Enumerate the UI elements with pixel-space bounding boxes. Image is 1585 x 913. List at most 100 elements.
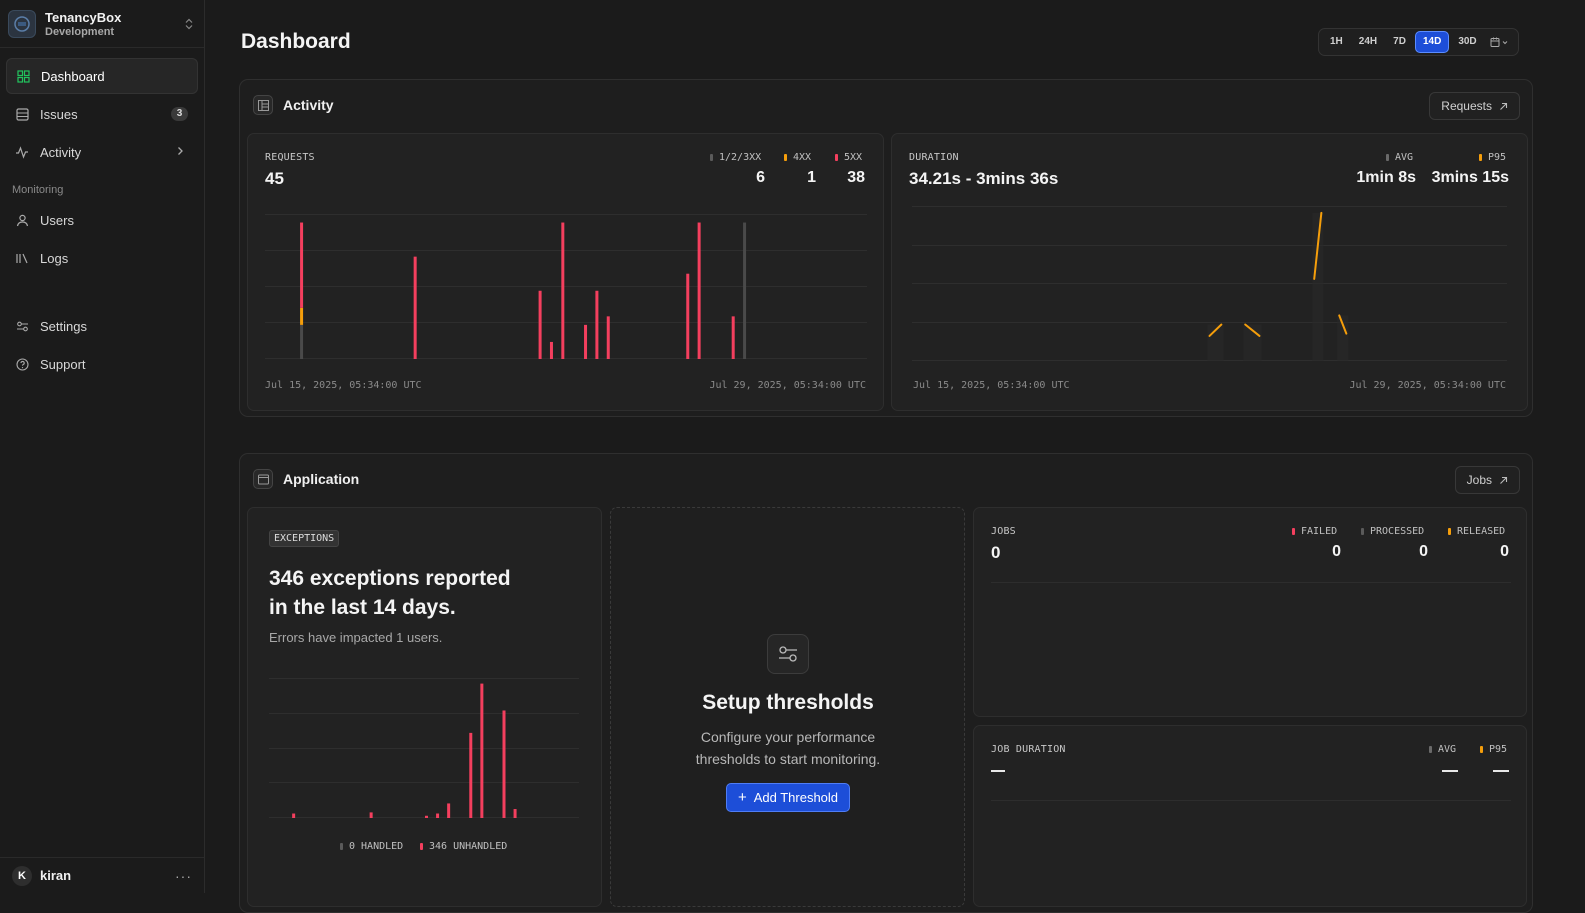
legend-label: 5XX xyxy=(844,152,863,163)
inbox-icon xyxy=(15,107,29,121)
bar-4xx[interactable] xyxy=(300,307,304,325)
chevron-up-down-icon xyxy=(185,18,193,29)
external-arrow-icon xyxy=(1500,476,1508,484)
sidebar-item-label: Dashboard xyxy=(41,68,105,84)
requests-total: 45 xyxy=(265,169,284,188)
duration-card: DURATION 34.21s - 3mins 36s AVG 1min 8s … xyxy=(891,133,1528,411)
avatar: K xyxy=(12,865,32,886)
duration-caption: DURATION xyxy=(909,152,959,163)
legend-p95: P95 xyxy=(1480,744,1507,755)
bar-5xx[interactable] xyxy=(549,341,553,359)
legend-4xx: 4XX xyxy=(784,152,811,163)
legend-label: 4XX xyxy=(793,152,812,163)
sidebar: TenancyBox Development Dashboard Issues … xyxy=(0,0,205,893)
page-title: Dashboard xyxy=(241,30,351,53)
bar-unhandled[interactable] xyxy=(292,813,296,818)
legend-swatch xyxy=(835,154,838,161)
job-duration-caption: JOB DURATION xyxy=(991,744,1066,755)
bar-5xx[interactable] xyxy=(584,324,588,359)
application-title: Application xyxy=(283,471,360,487)
setup-description: Configure your performance thresholds to… xyxy=(695,729,881,767)
bar-5xx[interactable] xyxy=(300,222,304,308)
bar-unhandled[interactable] xyxy=(436,813,440,818)
more-icon[interactable]: ··· xyxy=(175,868,192,884)
bar-1-2-3xx[interactable] xyxy=(300,324,304,359)
org-environment: Development xyxy=(45,25,115,38)
bar-5xx[interactable] xyxy=(413,256,417,359)
sidebar-item-users[interactable]: Users xyxy=(6,202,198,238)
legend-label: PROCESSED xyxy=(1370,526,1425,537)
legend-swatch xyxy=(1292,528,1295,535)
activity-icon xyxy=(15,145,29,159)
jobs-total: 0 xyxy=(991,543,1001,562)
bar-5xx[interactable] xyxy=(561,222,565,359)
bar-unhandled[interactable] xyxy=(469,732,473,818)
bar-5xx[interactable] xyxy=(697,222,701,359)
divider xyxy=(991,582,1511,583)
range-30d-button[interactable]: 30D xyxy=(1451,31,1483,53)
jobs-failed-value: 0 xyxy=(1332,543,1341,560)
sliders-icon xyxy=(767,634,809,674)
range-7d-button[interactable]: 7D xyxy=(1386,31,1413,53)
exceptions-tag: EXCEPTIONS xyxy=(269,530,340,547)
duration-range: 34.21s - 3mins 36s xyxy=(909,169,1059,188)
legend-label: AVG xyxy=(1395,152,1414,163)
requests-link-button[interactable]: Requests xyxy=(1429,92,1520,120)
bar-unhandled[interactable] xyxy=(480,683,484,818)
monitoring-section-label: Monitoring xyxy=(12,184,64,196)
duration-chart xyxy=(912,206,1507,361)
legend-p95: P95 xyxy=(1479,152,1506,163)
sidebar-item-issues[interactable]: Issues 3 xyxy=(6,96,198,132)
bar-5xx[interactable] xyxy=(731,316,735,359)
sidebar-item-dashboard[interactable]: Dashboard xyxy=(6,58,198,94)
legend-label: P95 xyxy=(1488,152,1507,163)
sidebar-item-logs[interactable]: Logs xyxy=(6,240,198,276)
add-threshold-button[interactable]: + Add Threshold xyxy=(726,783,850,812)
range-14d-button[interactable]: 14D xyxy=(1414,31,1450,53)
window-icon xyxy=(253,469,273,489)
bar-unhandled[interactable] xyxy=(502,710,506,818)
bar-5xx[interactable] xyxy=(606,316,610,359)
calendar-icon[interactable] xyxy=(1485,31,1515,53)
legend-swatch xyxy=(710,154,713,161)
jobs-link-button[interactable]: Jobs xyxy=(1454,466,1520,494)
legend-5xx: 5XX xyxy=(835,152,862,163)
requests-5xx-value: 38 xyxy=(847,169,865,186)
legend-swatch xyxy=(1479,154,1482,161)
requests-end-date: Jul 29, 2025, 05:34:00 UTC xyxy=(709,380,866,391)
legend-swatch xyxy=(340,843,343,850)
layout-icon xyxy=(253,95,273,115)
legend-label: 0 HANDLED xyxy=(349,841,404,852)
exceptions-headline: 346 exceptions reported in the last 14 d… xyxy=(269,567,511,619)
bar-unhandled[interactable] xyxy=(425,815,428,818)
bar-5xx[interactable] xyxy=(595,290,599,359)
application-panel: Application Jobs EXCEPTIONS 346 exceptio… xyxy=(239,453,1533,913)
range-1h-button[interactable]: 1H xyxy=(1323,31,1350,53)
range-24h-button[interactable]: 24H xyxy=(1352,31,1384,53)
jobs-released-value: 0 xyxy=(1500,543,1509,560)
requests-link-label: Requests xyxy=(1441,99,1492,113)
issues-count-badge: 3 xyxy=(171,107,188,121)
sidebar-item-label: Activity xyxy=(40,144,82,160)
legend-label: 1/2/3XX xyxy=(719,152,762,163)
bar-unhandled[interactable] xyxy=(513,809,517,818)
bar-5xx[interactable] xyxy=(686,273,690,359)
sidebar-item-support[interactable]: Support xyxy=(6,346,198,382)
jobs-link-label: Jobs xyxy=(1466,473,1492,487)
requests-chart xyxy=(265,214,867,359)
bar-unhandled[interactable] xyxy=(447,803,451,818)
bar-5xx[interactable] xyxy=(538,290,542,359)
org-switcher[interactable]: TenancyBox Development xyxy=(0,0,204,48)
main-content: Dashboard 1H 24H 7D 14D 30D Activity Req… xyxy=(205,0,1585,913)
user-icon xyxy=(15,213,29,227)
sidebar-item-settings[interactable]: Settings xyxy=(6,308,198,344)
chevron-right-icon xyxy=(178,147,183,155)
sidebar-item-activity[interactable]: Activity xyxy=(6,134,198,170)
bar-1-2-3xx[interactable] xyxy=(743,222,747,359)
help-icon xyxy=(15,357,29,371)
legend-swatch xyxy=(784,154,787,161)
user-menu[interactable]: K kiran ··· xyxy=(0,857,204,893)
grid-icon xyxy=(16,69,30,83)
time-range-selector: 1H 24H 7D 14D 30D xyxy=(1318,28,1519,56)
bar-unhandled[interactable] xyxy=(369,812,373,818)
